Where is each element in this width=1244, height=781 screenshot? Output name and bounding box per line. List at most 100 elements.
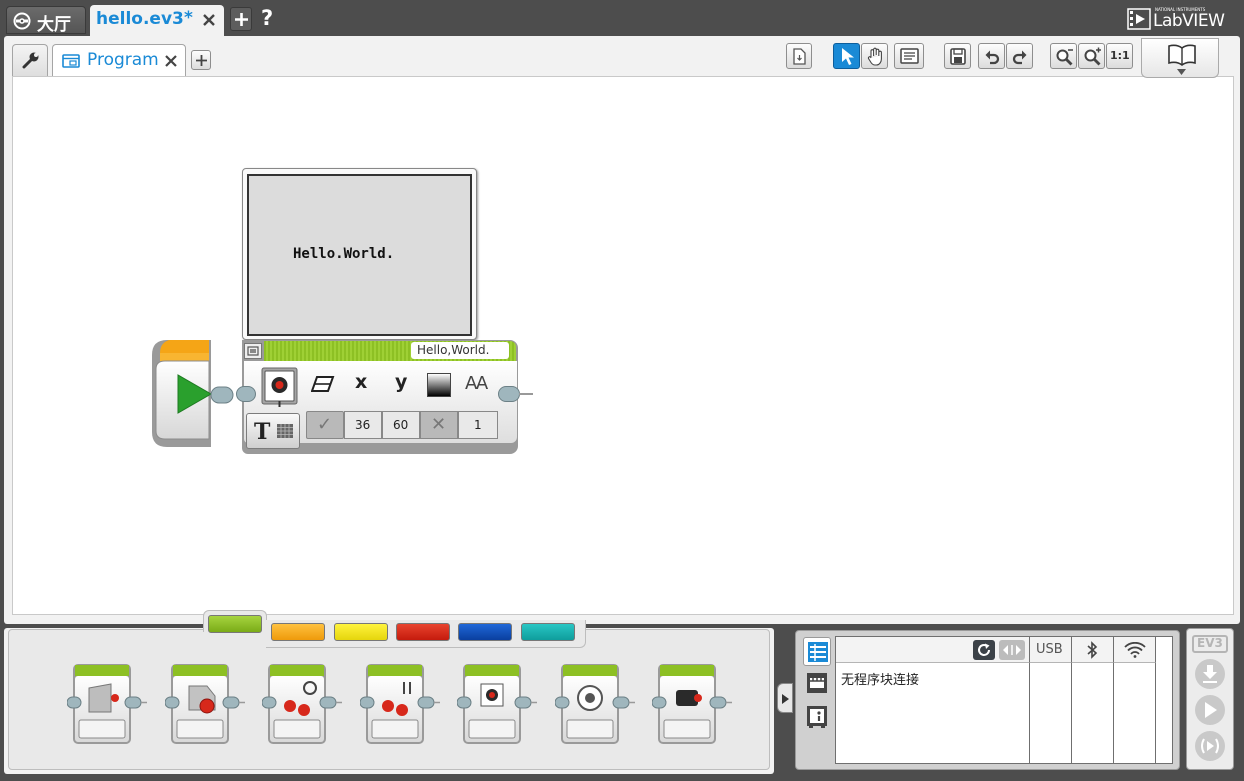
run-selected-icon	[1201, 738, 1219, 754]
film-icon	[1127, 8, 1151, 30]
hw-tab-brick-info[interactable]	[803, 637, 831, 666]
save-button[interactable]	[944, 43, 971, 69]
lobby-tab[interactable]: 大厅	[6, 6, 86, 35]
text-input-box[interactable]: Hello,World.	[411, 342, 509, 359]
modified-indicator: *	[184, 8, 193, 28]
file-tab-hello[interactable]: hello.ev3 *	[90, 5, 224, 36]
move-steering-block[interactable]	[262, 664, 342, 748]
select-tool-button[interactable]	[833, 43, 860, 69]
hw-tab-port-view[interactable]	[803, 669, 831, 698]
color-icon	[427, 373, 451, 397]
display-block[interactable]: Hello.World. Hello,World. T x y AA ✓ 36 …	[236, 168, 535, 454]
hw-tab-available-bricks[interactable]	[803, 702, 831, 731]
start-block[interactable]	[151, 339, 237, 454]
zoom-out-button[interactable]	[1050, 43, 1077, 69]
text-input-value: Hello,World.	[417, 343, 490, 357]
hw-header-wifi	[1114, 637, 1156, 663]
param-y-value: 60	[393, 418, 409, 432]
bluetooth-icon	[1087, 641, 1098, 659]
hw-header-usb: USB	[1029, 637, 1072, 663]
param-font-slot[interactable]: 1	[458, 411, 498, 439]
sequence-wire-end	[519, 393, 533, 395]
hw-col-line-4	[1155, 663, 1156, 763]
wifi-icon	[1124, 642, 1146, 658]
category-advanced[interactable]	[458, 623, 512, 641]
chevron-down-icon	[1177, 69, 1186, 75]
zoom-reset-label: 1:1	[1110, 49, 1130, 62]
zoom-out-icon	[1056, 49, 1073, 66]
lobby-label: 大厅	[37, 15, 71, 35]
close-icon[interactable]	[165, 55, 177, 67]
category-action[interactable]	[208, 615, 262, 633]
move-tank-block[interactable]	[359, 664, 440, 748]
hw-header-bluetooth	[1072, 637, 1114, 663]
param-y-label: y	[395, 371, 408, 393]
hw-status-text: 无程序块连接	[841, 673, 920, 688]
zoom-in-icon	[1084, 47, 1101, 66]
refresh-button[interactable]	[973, 640, 995, 660]
labview-logo: NATIONAL INSTRUMENTS LabVIEW	[1125, 6, 1240, 32]
category-my-blocks[interactable]	[521, 623, 575, 641]
param-x-label: x	[355, 371, 368, 393]
file-tab-label: hello.ev3	[96, 9, 184, 29]
brand-name: LabVIEW	[1153, 11, 1225, 31]
add-program-button[interactable]	[191, 50, 211, 70]
hardware-info-table: USB 无程序块连接	[835, 636, 1173, 764]
hw-col-line-3	[1113, 663, 1114, 763]
program-workspace: Program 1:1	[4, 36, 1240, 624]
brick-info-icon	[807, 706, 827, 728]
help-button[interactable]: ?	[261, 6, 273, 30]
close-icon[interactable]	[202, 13, 216, 27]
sequence-plug-out[interactable]	[498, 386, 520, 402]
add-project-button[interactable]	[230, 7, 252, 31]
hardware-page-collapse-button[interactable]	[777, 683, 793, 713]
download-icon	[1203, 665, 1217, 683]
list-icon	[808, 642, 828, 662]
download-and-run-button[interactable]	[1195, 695, 1225, 725]
comment-icon	[900, 48, 919, 64]
hw-col-line-1	[1029, 663, 1030, 763]
redo-button[interactable]	[1006, 43, 1033, 69]
hw-col-line-2	[1071, 663, 1072, 763]
run-selected-button[interactable]	[1195, 731, 1225, 761]
arrows-horizontal-icon	[1003, 645, 1021, 655]
eraser-icon	[311, 376, 335, 392]
content-editor-toggle[interactable]	[1141, 38, 1219, 78]
project-properties-tab[interactable]	[12, 44, 48, 76]
preview-toggle-icon[interactable]	[244, 343, 262, 359]
grid-icon	[277, 424, 293, 438]
text-mode-icon: T	[254, 419, 271, 445]
pan-tool-button[interactable]	[861, 43, 888, 69]
sound-block[interactable]	[554, 664, 635, 748]
display-preview-frame: Hello.World.	[242, 168, 477, 340]
play-icon	[1205, 702, 1217, 718]
program-icon	[62, 54, 80, 68]
category-sensor[interactable]	[334, 623, 388, 641]
sequence-plug-in[interactable]	[236, 386, 256, 402]
large-motor-block[interactable]	[164, 664, 245, 748]
plus-icon	[235, 13, 248, 26]
undo-button[interactable]	[978, 43, 1005, 69]
connection-toggle-button[interactable]	[999, 640, 1025, 660]
tab-program[interactable]: Program	[52, 44, 186, 76]
param-y-slot[interactable]: 60	[382, 411, 420, 439]
mode-selector[interactable]: T	[246, 413, 300, 449]
param-clear-slot[interactable]: ✓	[306, 411, 344, 439]
comment-tool-button[interactable]	[894, 43, 924, 69]
download-button[interactable]	[1195, 659, 1225, 689]
param-x-slot[interactable]: 36	[344, 411, 382, 439]
display-block-palette[interactable]	[457, 664, 537, 748]
display-preview-text: Hello.World.	[293, 246, 395, 262]
refresh-icon	[978, 643, 990, 656]
brick-status-light-block[interactable]	[652, 664, 732, 748]
param-color-slot[interactable]: ✕	[420, 411, 458, 439]
zoom-in-button[interactable]	[1078, 43, 1105, 69]
ev3-controls: EV3	[1186, 628, 1234, 770]
category-flow-control[interactable]	[271, 623, 325, 641]
port-view-icon	[807, 673, 827, 693]
content-editor-button[interactable]	[786, 43, 812, 69]
category-data-operations[interactable]	[396, 623, 450, 641]
medium-motor-block[interactable]	[67, 664, 147, 748]
zoom-reset-button[interactable]: 1:1	[1106, 43, 1133, 69]
font-size-icon: AA	[465, 373, 488, 394]
